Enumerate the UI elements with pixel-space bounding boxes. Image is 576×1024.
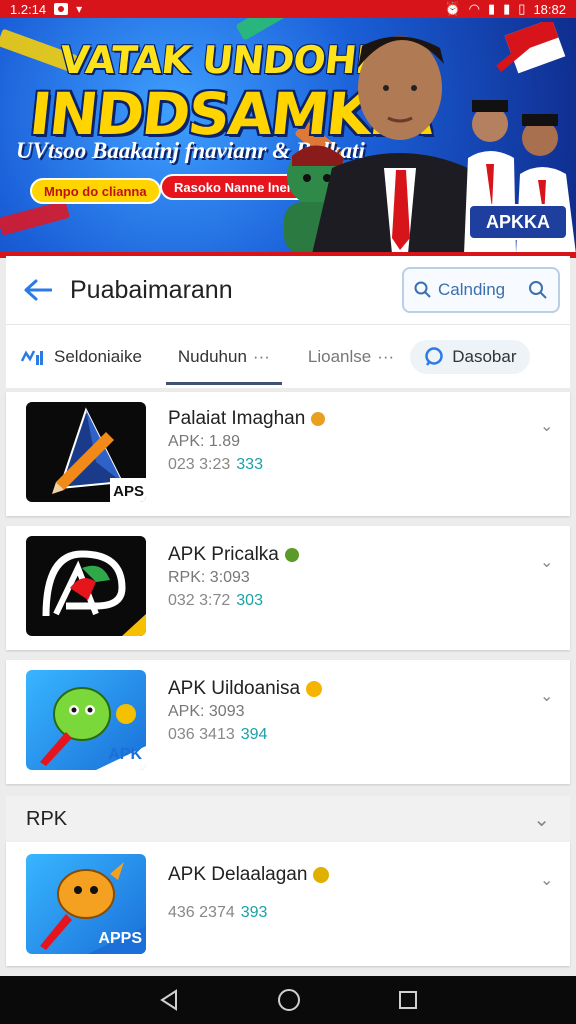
emoji-icon [306,681,323,697]
nav-home-icon[interactable] [277,988,301,1012]
chevron-down-icon[interactable]: ⌄ [540,686,556,705]
download-icon: ▾ [76,2,83,16]
tab-nuduhun[interactable]: Nuduhun ··· [165,325,282,389]
app-header: Puabaimarann Calnding [6,256,570,324]
nav-recents-icon[interactable] [398,990,418,1010]
app-meta: RPK: 3:093 [168,569,250,586]
battery-icon: ▯ [518,1,526,16]
tab-lioanlse[interactable]: Lioanlse ··· [308,325,394,389]
banner-apk-badge: APKKA [468,204,568,240]
app-size: 032 3:72 303 [168,592,263,609]
status-left-text: 1.2:14 [10,1,47,17]
app-icon-label: APPS [98,930,142,947]
decor-ray [0,200,70,236]
app-meta: APK: 1.89 [168,433,241,450]
app-icon-label: APK [108,746,142,763]
more-dots-icon: ··· [377,346,395,366]
search-icon-right [529,281,547,299]
app-meta: APK: 3093 [168,703,245,720]
chevron-down-icon[interactable]: ⌄ [540,416,556,435]
chevron-down-icon[interactable]: ⌄ [533,807,550,832]
back-arrow-icon [24,279,52,301]
app-size: 036 3413 394 [168,726,268,743]
tab-label: Seldoniaike [54,346,142,366]
tab-bar: Seldoniaike Nuduhun ··· Lioanlse ··· Das… [6,324,570,388]
app-name: Palaiat Imaghan [168,408,326,430]
app-icon: APS [26,402,146,502]
emoji-icon [313,867,330,883]
app-icon [26,536,146,636]
back-button[interactable] [6,256,70,324]
chart-icon [20,349,43,365]
tab-label: Dasobar [452,346,517,366]
app-name: APK Uildoanisa [168,678,323,700]
app-name: APK Delaalagan [168,864,330,886]
page-title: Puabaimarann [70,275,233,304]
app-size: 436 2374 393 [168,904,268,921]
emoji-icon [284,548,299,562]
more-dots-icon: ··· [252,346,270,366]
app-name: APK Pricalka [168,544,299,566]
tab-seldoniaike[interactable]: Seldoniaike [20,325,142,389]
ap-logo-icon [42,550,146,636]
search-button[interactable]: Calnding [402,267,560,313]
status-time: 18:82 [533,1,566,17]
signal-icon-2: ▮ [503,1,511,16]
app-list-item[interactable]: APS Palaiat Imaghan APK: 1.89 023 3:23 33… [6,392,570,516]
app-icon: APK [26,670,146,770]
person-illustration [312,36,472,254]
flag-decoration [496,22,566,74]
section-title: RPK [26,807,68,830]
app-icon: APPS [26,854,146,954]
alarm-icon: ⏰ [444,1,461,16]
tab-label: Nuduhun [177,346,247,366]
promo-banner[interactable]: VATAK UNDOHIAN INDDSAMKIA UVtsoo Baakain… [0,18,576,254]
section-header[interactable]: RPK ⌄ [6,796,570,842]
banner-pill-left[interactable]: Mnpo do clianna [30,178,161,204]
chat-bubble-icon [425,346,443,366]
chevron-down-icon[interactable]: ⌄ [540,552,556,571]
app-list-item[interactable]: APK APK Uildoanisa APK: 3093 036 3413 394… [6,660,570,784]
app-icon-label: APS [113,483,144,500]
wifi-icon: ◠ [468,1,480,16]
notification-app-icon [54,3,69,15]
app-list-item[interactable]: APPS APK Delaalagan 436 2374 393 ⌄ [6,842,570,966]
chevron-down-icon[interactable]: ⌄ [540,870,556,889]
status-bar: 1.2:14 ▾ ⏰ ◠ ▮ ▮ ▯ 18:82 [0,0,576,18]
system-nav-bar [0,976,576,1024]
app-list-item[interactable]: APK Pricalka RPK: 3:093 032 3:72 303 ⌄ [6,526,570,650]
nav-back-icon[interactable] [158,989,180,1011]
app-size: 023 3:23 333 [168,456,263,473]
emoji-icon [311,412,326,426]
tab-dasobar[interactable]: Dasobar [410,339,531,374]
signal-icon: ▮ [487,1,496,16]
search-icon [414,281,431,298]
tab-label: Lioanlse [307,346,372,366]
search-label: Calnding [438,280,506,299]
